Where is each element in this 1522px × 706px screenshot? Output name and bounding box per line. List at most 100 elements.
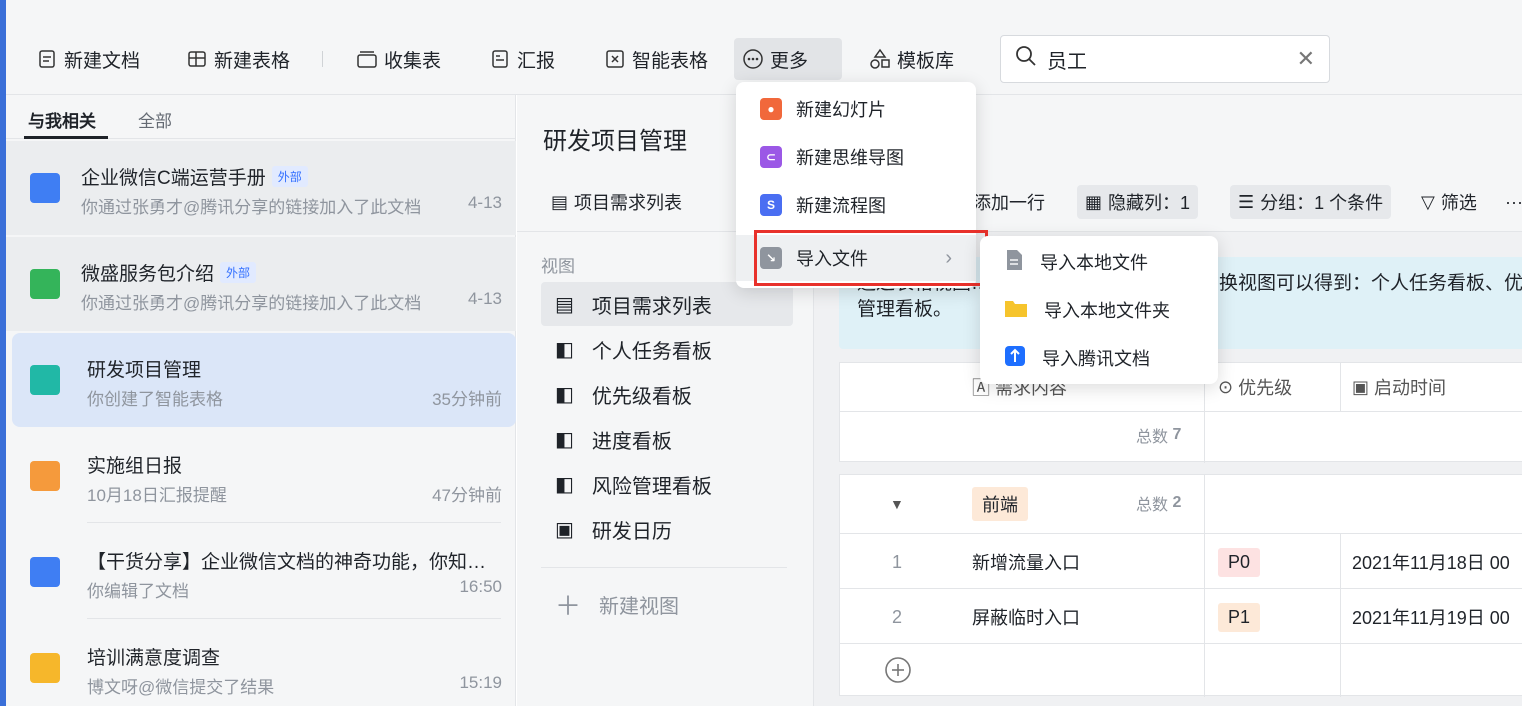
row-divider xyxy=(840,533,1522,534)
date-field-icon: ▣ xyxy=(1352,376,1370,397)
submenu-item-import-local-folder[interactable]: 导入本地文件夹 xyxy=(980,286,1218,334)
view-item-personal-board[interactable]: ◧ 个人任务看板 xyxy=(541,327,793,371)
folder-icon xyxy=(1004,298,1028,323)
close-icon[interactable]: ✕ xyxy=(1297,46,1315,72)
tab-all[interactable]: 全部 xyxy=(138,107,172,132)
group-button[interactable]: ☰ 分组：1 个条件 xyxy=(1230,185,1392,219)
new-doc-button[interactable]: 新建文档 xyxy=(28,38,148,80)
smart-sheet-button[interactable]: 智能表格 xyxy=(596,38,716,80)
doc-time: 15:19 xyxy=(459,673,502,692)
doc-title: 实施组日报 xyxy=(87,456,183,477)
doc-subtitle: 10月18日汇报提醒 xyxy=(87,486,227,505)
row-start-date[interactable]: 2021年11月18日 00 xyxy=(1352,547,1510,577)
row-start-date[interactable]: 2021年11月19日 00 xyxy=(1352,602,1510,632)
view-toolbar: ▤ 项目需求列表 添加一行 ▦ 隐藏列：1 ☰ 分组：1 个条件 ▽ 筛选 ··… xyxy=(517,175,1522,231)
more-options-button[interactable]: ··· xyxy=(1497,185,1522,219)
col-divider xyxy=(1204,475,1205,697)
doc-time: 4-13 xyxy=(467,193,502,212)
row-divider xyxy=(840,643,1522,644)
view-item-risk-board[interactable]: ◧ 风险管理看板 xyxy=(541,462,793,506)
list-item[interactable]: 培训满意度调查 博文呀@微信提交了结果 15:19 xyxy=(12,621,516,706)
doc-title: 培训满意度调查 xyxy=(87,648,221,669)
report-button[interactable]: 汇报 xyxy=(481,38,563,80)
doc-title: 微盛服务包介绍 外部 xyxy=(81,259,257,286)
new-sheet-button[interactable]: 新建表格 xyxy=(178,38,298,80)
search-input[interactable]: 员工 ✕ xyxy=(1000,35,1330,83)
total-count: 总数 7 xyxy=(1136,426,1182,446)
priority-tag[interactable]: P0 xyxy=(1218,545,1261,579)
more-button[interactable]: 更多 xyxy=(734,38,842,80)
group-tag: 前端 xyxy=(972,487,1028,521)
row-content[interactable]: 新增流量入口 xyxy=(972,547,1080,577)
doc-subtitle: 你通过张勇才@腾讯分享的链接加入了此文档 xyxy=(81,198,422,217)
current-view-button[interactable]: ▤ 项目需求列表 xyxy=(543,185,690,219)
smart-sheet-file-icon xyxy=(30,365,60,395)
group-total: 总数 2 xyxy=(1136,494,1182,514)
external-badge: 外部 xyxy=(271,166,308,187)
doc-time: 16:50 xyxy=(459,577,502,596)
list-divider xyxy=(87,522,501,523)
external-badge: 外部 xyxy=(220,262,257,283)
menu-item-new-mindmap[interactable]: ⊂ 新建思维导图 xyxy=(736,134,976,180)
priority-tag[interactable]: P1 xyxy=(1218,600,1261,634)
add-row-button[interactable]: 添加一行 xyxy=(965,185,1053,219)
menu-item-new-slides[interactable]: ● 新建幻灯片 xyxy=(736,86,976,132)
column-header-start[interactable]: ▣ 启动时间 xyxy=(1352,375,1446,399)
list-item[interactable]: 实施组日报 10月18日汇报提醒 47分钟前 xyxy=(12,429,516,523)
kanban-icon: ◧ xyxy=(555,428,574,451)
toolbar-divider xyxy=(322,51,323,67)
doc-time: 4-13 xyxy=(467,289,502,308)
template-shapes-icon xyxy=(869,48,891,70)
row-content[interactable]: 屏蔽临时入口 xyxy=(972,602,1080,632)
view-item-progress-board[interactable]: ◧ 进度看板 xyxy=(541,417,793,461)
doc-title: 研发项目管理 xyxy=(87,360,202,381)
collapse-chevron-icon[interactable]: ▼ xyxy=(890,489,904,519)
filter-icon: ▽ xyxy=(1421,191,1435,212)
more-dots-icon xyxy=(742,48,764,70)
collect-form-label: 收集表 xyxy=(384,50,442,72)
kanban-icon: ◧ xyxy=(555,338,574,361)
list-item[interactable]: 企业微信C端运营手册 外部 你通过张勇才@腾讯分享的链接加入了此文档 4-13 xyxy=(6,141,516,235)
list-item-selected[interactable]: 研发项目管理 你创建了智能表格 35分钟前 xyxy=(12,333,516,427)
new-doc-label: 新建文档 xyxy=(64,50,141,72)
row-divider xyxy=(840,588,1522,589)
menu-item-new-flowchart[interactable]: S 新建流程图 xyxy=(736,182,976,228)
doc-subtitle: 你创建了智能表格 xyxy=(87,390,223,409)
smart-sheet-icon xyxy=(604,48,626,70)
add-row-plus-icon[interactable] xyxy=(884,655,912,685)
sheet-icon xyxy=(186,48,208,70)
submenu-item-import-tencent-docs[interactable]: 导入腾讯文档 xyxy=(980,334,1218,382)
form-file-icon xyxy=(30,653,60,683)
submenu-item-import-local-file[interactable]: 导入本地文件 xyxy=(980,238,1218,286)
doc-subtitle: 你通过张勇才@腾讯分享的链接加入了此文档 xyxy=(81,294,422,313)
view-item-requirements[interactable]: ▤ 项目需求列表 xyxy=(541,282,793,326)
view-item-priority-board[interactable]: ◧ 优先级看板 xyxy=(541,372,793,416)
view-item-calendar[interactable]: ▣ 研发日历 xyxy=(541,507,793,551)
list-item[interactable]: 【干货分享】企业微信文档的神奇功能，你知道几个？ 你编辑了文档 16:50 xyxy=(12,525,516,619)
columns-icon: ▦ xyxy=(1085,191,1103,212)
collect-form-icon xyxy=(356,48,378,70)
new-sheet-label: 新建表格 xyxy=(214,50,291,72)
calendar-icon: ▣ xyxy=(555,518,574,541)
doc-icon xyxy=(36,48,58,70)
doc-time: 47分钟前 xyxy=(432,486,502,505)
flowchart-icon: S xyxy=(760,194,782,216)
filter-button[interactable]: ▽ 筛选 xyxy=(1413,185,1485,219)
kanban-icon: ◧ xyxy=(555,473,574,496)
list-item[interactable]: 微盛服务包介绍 外部 你通过张勇才@腾讯分享的链接加入了此文档 4-13 xyxy=(6,237,516,331)
tab-related[interactable]: 与我相关 xyxy=(28,107,96,132)
templates-label: 模板库 xyxy=(897,50,955,72)
new-view-button[interactable]: ＋新建视图 xyxy=(541,582,793,626)
group-icon: ☰ xyxy=(1238,191,1255,212)
row-index: 2 xyxy=(892,606,903,627)
view-list: 视图 ▤ 项目需求列表 ◧ 个人任务看板 ◧ 优先级看板 ◧ 进度看板 ◧ 风险管理看板 … xyxy=(517,231,813,706)
row-index: 1 xyxy=(892,551,903,572)
collect-form-button[interactable]: 收集表 xyxy=(348,38,449,80)
slides-icon: ● xyxy=(760,98,782,120)
col-divider xyxy=(1340,533,1341,697)
doc-title: 【干货分享】企业微信文档的神奇功能，你知道几个？ xyxy=(87,552,487,573)
doc-title: 企业微信C端运营手册 外部 xyxy=(81,163,308,190)
templates-button[interactable]: 模板库 xyxy=(861,38,962,80)
hidden-columns-button[interactable]: ▦ 隐藏列：1 xyxy=(1077,185,1199,219)
column-header-priority[interactable]: ⊙ 优先级 xyxy=(1218,375,1292,399)
